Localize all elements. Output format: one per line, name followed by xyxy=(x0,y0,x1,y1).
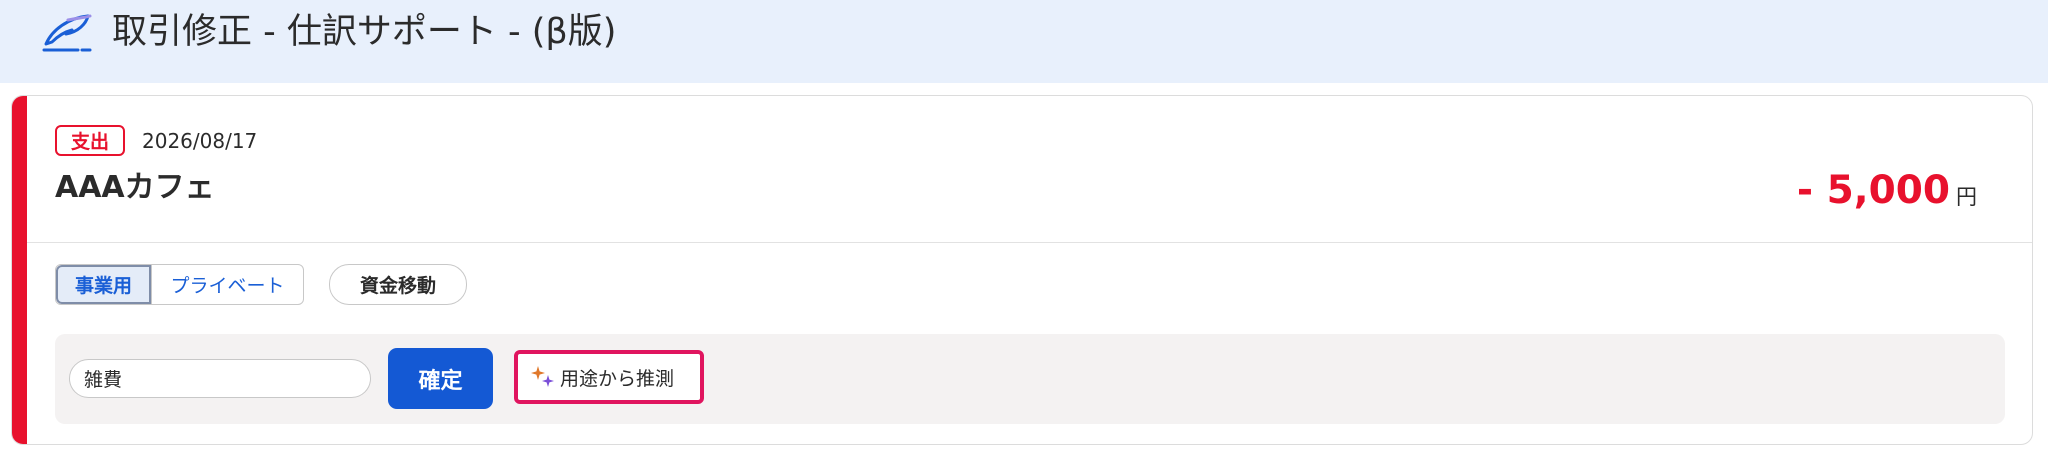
transaction-date: 2026/08/17 xyxy=(142,129,258,153)
quill-logo-icon xyxy=(42,14,92,52)
transaction-amount: - 5,000 xyxy=(1796,168,1950,213)
currency-unit: 円 xyxy=(1956,185,1977,209)
transaction-card: 支出 2026/08/17 AAAカフェ - 5,000 円 事業用 プライベー… xyxy=(11,95,2033,445)
payee-name: AAAカフェ xyxy=(55,170,215,205)
divider xyxy=(27,242,2032,243)
infer-button-label: 用途から推測 xyxy=(560,367,675,390)
fund-transfer-button[interactable]: 資金移動 xyxy=(329,264,467,305)
app-header: 取引修正 - 仕訳サポート - (β版) xyxy=(0,0,2048,83)
confirm-button[interactable]: 確定 xyxy=(388,348,493,409)
infer-from-usage-button[interactable]: 用途から推測 xyxy=(514,350,704,404)
expense-accent-bar xyxy=(12,96,27,444)
usage-option-business[interactable]: 事業用 xyxy=(56,265,151,304)
usage-option-private[interactable]: プライベート xyxy=(151,265,303,304)
sparkle-icon xyxy=(531,366,554,387)
account-category-input[interactable] xyxy=(69,359,371,398)
usage-toggle: 事業用 プライベート xyxy=(55,264,304,305)
page-title: 取引修正 - 仕訳サポート - (β版) xyxy=(112,12,617,52)
transaction-type-badge: 支出 xyxy=(55,125,125,156)
category-action-panel: 確定 用途から推測 xyxy=(55,334,2005,424)
